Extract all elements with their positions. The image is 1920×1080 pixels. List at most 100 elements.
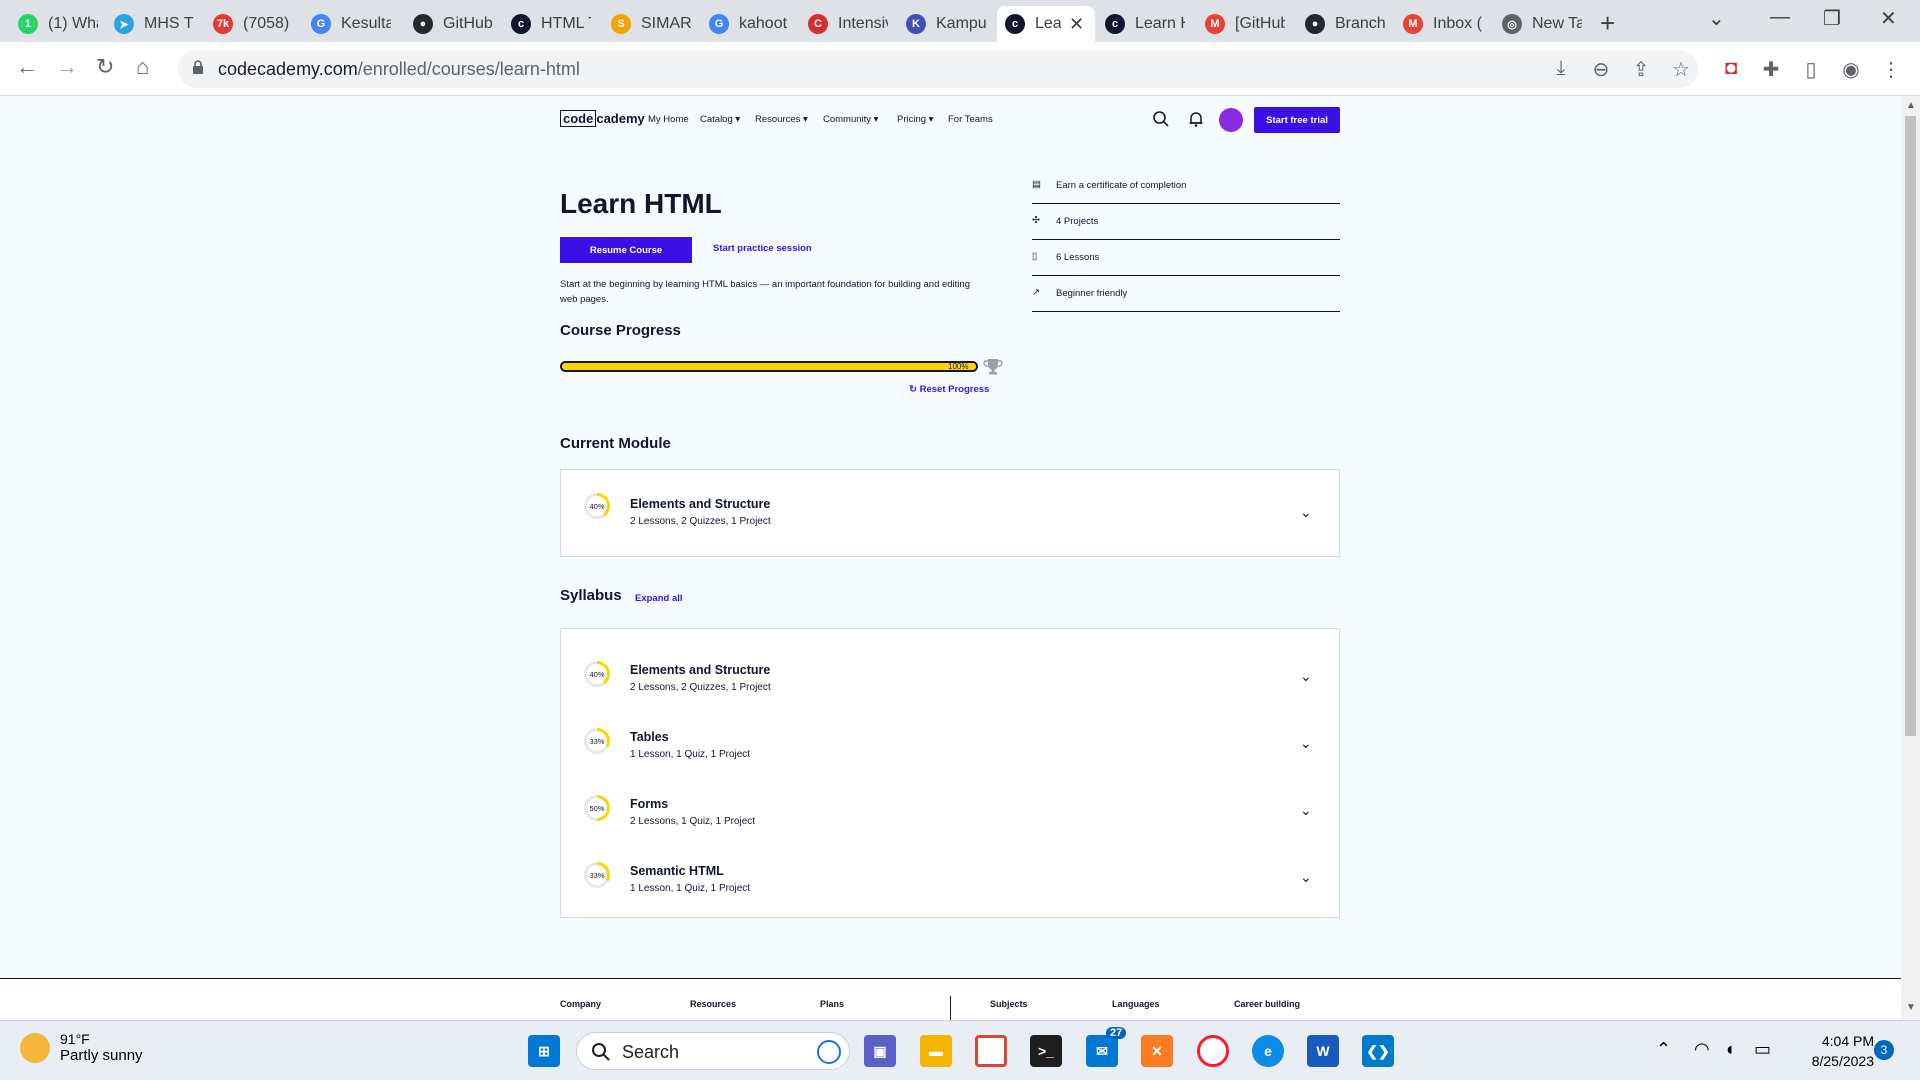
resume-course-button[interactable]: Resume Course — [560, 237, 692, 263]
chrome-icon[interactable] — [975, 1035, 1007, 1067]
install-icon[interactable]: ⤓ — [1550, 57, 1572, 79]
minimize-icon[interactable]: — — [1770, 6, 1790, 29]
browser-tab[interactable]: ◎ New Tab — [1494, 6, 1590, 42]
nav-pricing[interactable]: Pricing ▾ — [897, 114, 933, 125]
tab-title: kahoot — [739, 15, 788, 32]
close-window-icon[interactable]: ✕ — [1880, 6, 1897, 31]
chrome-icon: ◎ — [1502, 14, 1522, 34]
chevron-down-icon[interactable]: ⌄ — [1300, 735, 1312, 752]
battery-icon[interactable]: ▭ — [1754, 1039, 1771, 1060]
browser-tab[interactable]: 1 (1) WhatsApp — [10, 6, 106, 42]
weather-widget[interactable]: 91°F Partly sunny — [20, 1031, 143, 1064]
browser-tab[interactable]: c Learn HTML — [1097, 6, 1193, 42]
browser-tab[interactable]: K Kampus — [898, 6, 994, 42]
scrollbar-thumb[interactable] — [1905, 116, 1916, 736]
current-module-heading: Current Module — [560, 435, 671, 452]
extensions-puzzle-icon[interactable]: ✚ — [1760, 57, 1782, 81]
footer-company: Company — [560, 999, 602, 1009]
nav-catalog[interactable]: Catalog ▾ — [700, 114, 740, 125]
side-panel-icon[interactable]: ▯ — [1800, 57, 1822, 81]
module-progress-ring: 40% — [584, 493, 610, 519]
zoom-icon[interactable]: ⊖ — [1590, 57, 1612, 81]
browser-tab[interactable]: M [GitHub] — [1197, 6, 1293, 42]
system-clock[interactable]: 4:04 PM 8/25/2023 — [1784, 1031, 1874, 1071]
trophy-icon — [983, 359, 1003, 375]
wifi-icon[interactable]: ◠ — [1694, 1039, 1710, 1060]
forward-icon[interactable]: → — [56, 54, 78, 80]
module-progress-percent: 33% — [587, 865, 607, 885]
browser-tab[interactable]: C Intensive — [800, 6, 896, 42]
profile-icon[interactable]: ◉ — [1840, 57, 1862, 81]
bell-icon[interactable] — [1188, 110, 1204, 128]
page-scrollbar[interactable]: ▲ ▼ — [1901, 96, 1920, 1020]
chevron-down-icon[interactable]: ⌄ — [1300, 668, 1312, 685]
extension-shield-icon[interactable]: ◘ — [1720, 57, 1742, 79]
mail-icon[interactable]: ✉ 27 — [1086, 1027, 1127, 1067]
page-title: Learn HTML — [560, 188, 722, 219]
close-tab-icon[interactable]: ✕ — [1069, 14, 1084, 35]
codecademy-logo[interactable]: code cademy — [560, 110, 645, 127]
address-bar[interactable]: codecademy.com/enrolled/courses/learn-ht… — [178, 50, 1698, 88]
syllabus-module[interactable]: 33% Semantic HTML 1 Lesson, 1 Quiz, 1 Proj… — [561, 842, 1339, 909]
reset-progress-link[interactable]: ↻ Reset Progress — [909, 384, 989, 395]
codecademy-icon: c — [1105, 14, 1125, 34]
xampp-icon[interactable]: ✕ — [1141, 1035, 1173, 1067]
browser-tab[interactable]: c HTML Tutorial — [503, 6, 599, 42]
course-progress-fill — [562, 363, 976, 370]
module-title: Tables — [630, 730, 669, 744]
nav-resources[interactable]: Resources ▾ — [755, 114, 808, 125]
chevron-down-icon[interactable]: ⌄ — [1300, 504, 1312, 521]
bookmark-star-icon[interactable]: ☆ — [1670, 57, 1692, 81]
scroll-down-arrow-icon[interactable]: ▼ — [1906, 1002, 1916, 1013]
windows-start-icon[interactable]: ⊞ — [528, 1035, 560, 1067]
tab-title: New Tab — [1532, 15, 1582, 32]
browser-tab[interactable]: ● Branches — [1297, 6, 1393, 42]
syllabus-module[interactable]: 50% Forms 2 Lessons, 1 Quiz, 1 Project ⌄ — [561, 775, 1339, 842]
scroll-up-arrow-icon[interactable]: ▲ — [1906, 100, 1916, 111]
share-icon[interactable]: ⇪ — [1630, 57, 1652, 81]
current-module-card[interactable]: 40% Elements and Structure 2 Lessons, 2 … — [560, 469, 1340, 557]
word-icon[interactable]: W — [1307, 1035, 1339, 1067]
chevron-down-icon[interactable]: ⌄ — [1300, 869, 1312, 886]
restore-icon[interactable]: ❐ — [1823, 6, 1841, 31]
browser-tab[interactable]: Gkahoot — [701, 6, 797, 42]
back-icon[interactable]: ← — [16, 54, 38, 80]
notification-badge[interactable]: 3 — [1874, 1040, 1894, 1060]
reload-icon[interactable]: ↻ — [96, 54, 114, 80]
bing-icon[interactable] — [817, 1040, 841, 1064]
terminal-icon[interactable]: >_ — [1030, 1035, 1062, 1067]
expand-all-link[interactable]: Expand all — [635, 593, 683, 604]
browser-tab[interactable]: ● GitHub — [405, 6, 501, 42]
vscode-icon[interactable]: ❮❯ — [1362, 1035, 1394, 1067]
browser-tab[interactable]: G Kesultanan — [303, 6, 399, 42]
syllabus-module[interactable]: 40% Elements and Structure 2 Lessons, 2 Qu… — [561, 641, 1339, 708]
nav-community[interactable]: Community ▾ — [823, 114, 878, 125]
edge-icon[interactable]: e — [1252, 1035, 1284, 1067]
nav-my-home[interactable]: My Home — [648, 114, 689, 125]
module-progress-ring: 33% — [584, 728, 610, 754]
taskbar-search[interactable]: Search — [576, 1032, 850, 1070]
nav-for-teams[interactable]: For Teams — [948, 114, 993, 125]
start-practice-session-link[interactable]: Start practice session — [713, 243, 812, 254]
simari-icon: S — [611, 14, 631, 34]
browser-tab[interactable]: M Inbox ( — [1395, 6, 1491, 42]
teams-icon[interactable]: ▣ — [864, 1035, 896, 1067]
home-icon[interactable]: ⌂ — [136, 54, 149, 80]
chevron-down-icon[interactable]: ⌄ — [1300, 802, 1312, 819]
show-hidden-icons-icon[interactable]: ⌃ — [1656, 1039, 1671, 1060]
browser-tab[interactable]: ➤ MHS TI — [106, 6, 202, 42]
avatar[interactable] — [1219, 108, 1243, 132]
file-explorer-icon[interactable]: ▬ — [920, 1035, 952, 1067]
search-icon[interactable] — [1152, 110, 1170, 128]
browser-tab[interactable]: S SIMARI — [603, 6, 699, 42]
tab-search-icon[interactable]: ⌄ — [1708, 6, 1725, 31]
menu-kebab-icon[interactable]: ⋮ — [1880, 57, 1902, 81]
opera-icon[interactable] — [1197, 1035, 1229, 1067]
volume-icon[interactable]: ◖ — [1724, 1039, 1735, 1060]
browser-tab[interactable]: c Learn HTML ✕ — [997, 6, 1095, 42]
course-progress-heading: Course Progress — [560, 322, 681, 339]
new-tab-icon[interactable]: + — [1600, 8, 1615, 39]
start-free-trial-button[interactable]: Start free trial — [1254, 107, 1340, 133]
syllabus-module[interactable]: 33% Tables 1 Lesson, 1 Quiz, 1 Project ⌄ — [561, 708, 1339, 775]
browser-tab[interactable]: 7k (7058) — [205, 6, 301, 42]
